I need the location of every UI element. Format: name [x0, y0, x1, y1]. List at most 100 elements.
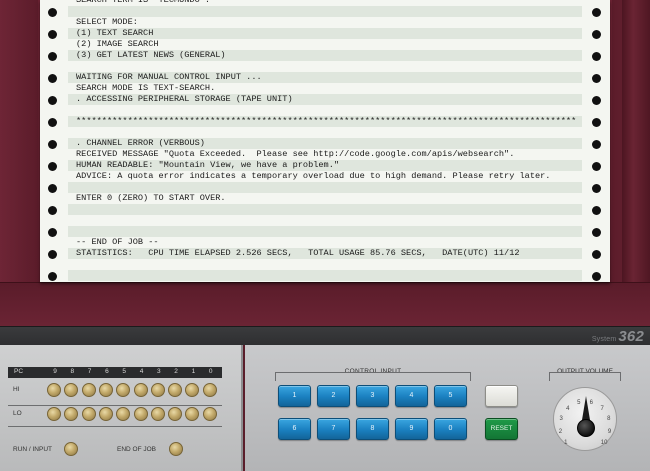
key-8-button[interactable]: 8: [356, 418, 389, 440]
lo-lamp: [98, 407, 113, 421]
volume-tick: 6: [589, 399, 593, 406]
hi-label: HI: [13, 386, 20, 393]
housing-right-slot: [622, 0, 650, 282]
printout-line: RECEIVED MESSAGE "Quota Exceeded. Please…: [76, 149, 515, 159]
run-input-lamp: [64, 442, 78, 456]
feed-hole: [48, 8, 57, 17]
run-input-label: RUN / INPUT: [13, 446, 52, 453]
volume-knob[interactable]: [577, 419, 595, 437]
brand-prefix: System: [591, 336, 617, 343]
feed-hole: [48, 30, 57, 39]
printout-line: ****************************************…: [76, 116, 577, 126]
lo-lamp: [47, 407, 61, 421]
feed-hole: [48, 162, 57, 171]
volume-tick: 7: [600, 405, 604, 412]
volume-tick: 3: [559, 416, 563, 423]
key-4-button[interactable]: 4: [395, 385, 428, 407]
feed-hole: [48, 184, 57, 193]
control-panel: CONTROL INPUT RESET OUTPUT VOLUME 123456…: [245, 345, 650, 471]
hi-lamp: [133, 383, 148, 397]
printout-line: -- END OF JOB --: [76, 237, 159, 247]
printout-line: [76, 127, 586, 138]
pc-bit-label: 6: [105, 368, 109, 375]
printout-line: [76, 182, 586, 193]
key-3-button[interactable]: 3: [356, 385, 389, 407]
feed-hole: [592, 140, 601, 149]
lo-lamp: [133, 407, 148, 421]
feed-hole: [592, 52, 601, 61]
key-0-button[interactable]: 0: [434, 418, 467, 440]
feed-hole: [48, 74, 57, 83]
feed-hole: [592, 250, 601, 259]
printout-line: [76, 204, 586, 215]
key-9-button[interactable]: 9: [395, 418, 428, 440]
feed-hole: [592, 118, 601, 127]
pc-header-bar: PC 9 8 7 6 5 4 3 2 1 0: [8, 367, 222, 378]
lo-lamp: [64, 407, 79, 421]
printout-line: HUMAN READABLE: "Mountain View, we have …: [76, 160, 340, 170]
printout-line: (1) TEXT SEARCH: [76, 28, 154, 38]
key-1-button[interactable]: 1: [278, 385, 311, 407]
feed-hole: [592, 206, 601, 215]
pc-bit-label: 7: [87, 368, 92, 375]
hi-lamp: [185, 383, 200, 397]
printout-line: ADVICE: A quota error indicates a tempor…: [76, 171, 551, 181]
feed-hole: [592, 272, 601, 281]
hi-lamp: [168, 383, 183, 397]
volume-tick: 5: [577, 399, 581, 406]
feed-hole: [592, 228, 601, 237]
printout-text: SEARCH TERM IS "TECMUNDO". SELECT MODE: (1…: [76, 0, 586, 259]
volume-tick: 10: [600, 440, 608, 447]
hi-lamp: [98, 383, 113, 397]
printout-line: ENTER 0 (ZERO) TO START OVER.: [76, 193, 226, 203]
key-2-button[interactable]: 2: [317, 385, 350, 407]
lo-label: LO: [13, 410, 22, 417]
printout-line: (2) IMAGE SEARCH: [76, 39, 159, 49]
feed-hole: [48, 206, 57, 215]
key-7-button[interactable]: 7: [317, 418, 350, 440]
feed-hole: [48, 118, 57, 127]
pc-bit-label: 0: [208, 368, 213, 375]
feed-hole: [48, 52, 57, 61]
printout-line: WAITING FOR MANUAL CONTROL INPUT ...: [76, 72, 262, 82]
hi-lamp: [150, 383, 165, 397]
blank-key[interactable]: [485, 385, 518, 407]
feed-hole: [592, 30, 601, 39]
lo-lamp: [168, 407, 183, 421]
volume-tick: 4: [566, 405, 570, 412]
brand-label: System 362: [592, 328, 644, 345]
pc-bit-label: 9: [53, 368, 57, 375]
printout-line: [76, 226, 586, 237]
hi-lamp: [47, 383, 61, 397]
lo-lamp: [150, 407, 165, 421]
printout-paper[interactable]: SEARCH TERM IS "TECMUNDO". SELECT MODE: (1…: [40, 0, 610, 282]
end-of-job-lamp: [169, 442, 183, 456]
printout-line: [76, 61, 586, 72]
key-5-button[interactable]: 5: [434, 385, 467, 407]
key-6-button[interactable]: 6: [278, 418, 311, 440]
console-top-strip: System 362: [0, 326, 650, 345]
reset-button[interactable]: RESET: [485, 418, 518, 440]
printer-housing: SEARCH TERM IS "TECMUNDO". SELECT MODE: (1…: [0, 0, 650, 326]
printout-line: . ACCESSING PERIPHERAL STORAGE (TAPE UNI…: [76, 94, 293, 104]
volume-tick: 2: [558, 428, 563, 435]
paper-band: [68, 270, 582, 281]
lo-lamp: [185, 407, 200, 421]
feed-hole: [592, 74, 601, 83]
pc-bit-label: 3: [156, 368, 161, 375]
printout-line: SELECT MODE:: [76, 17, 138, 27]
control-input-bracket: [275, 372, 471, 381]
feed-hole: [592, 162, 601, 171]
lo-lamp: [202, 407, 217, 421]
lamp-panel: PC 9 8 7 6 5 4 3 2 1 0 HI LO RUN / INPUT END OF J…: [0, 345, 243, 471]
pc-bit-label: 1: [191, 368, 196, 375]
feed-hole: [48, 250, 57, 259]
volume-tick: 1: [564, 440, 568, 447]
pc-bit-label: 4: [139, 368, 144, 375]
pc-bit-label: 2: [174, 368, 178, 375]
end-of-job-label: END OF JOB: [117, 446, 157, 453]
printout-line: STATISTICS: CPU TIME ELAPSED 2.526 SECS,…: [76, 248, 520, 258]
hi-lamp: [116, 383, 131, 397]
printout-line: [76, 105, 586, 116]
hi-lamp: [202, 383, 217, 397]
